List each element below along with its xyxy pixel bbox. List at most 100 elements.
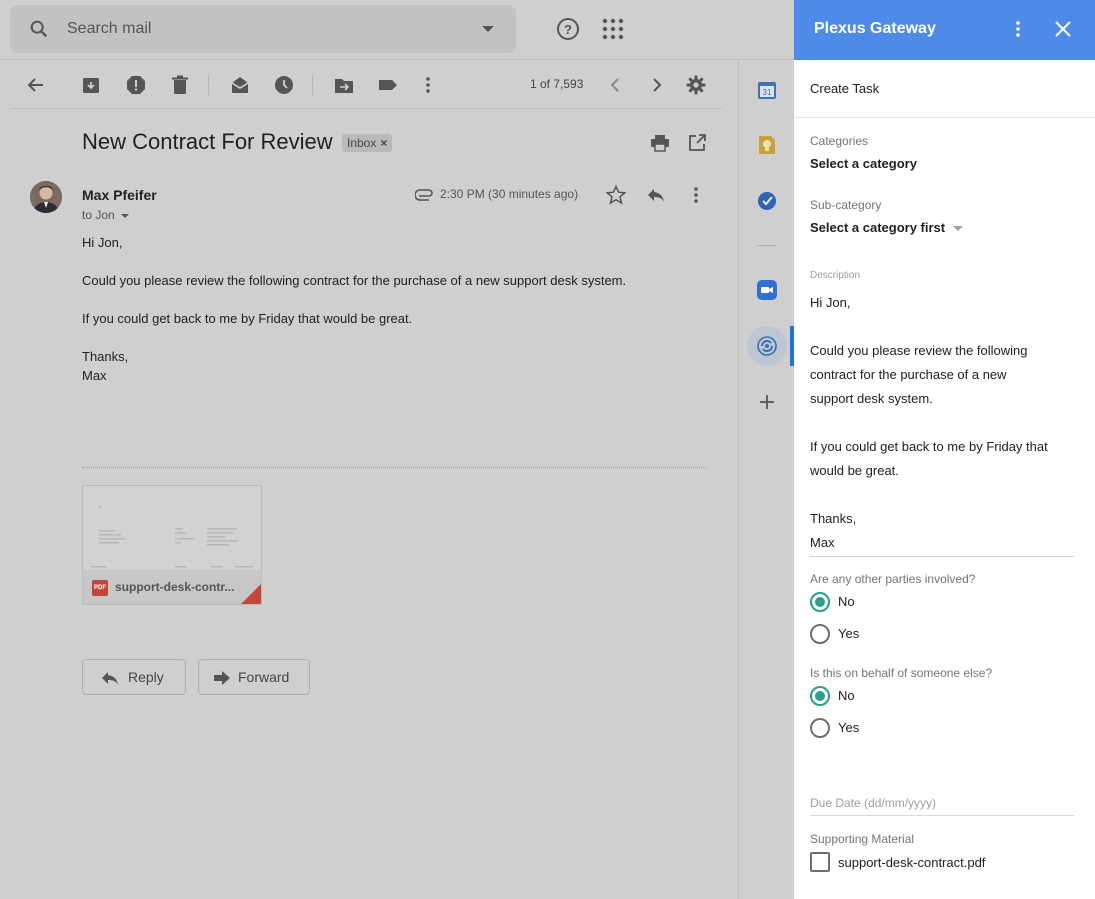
reply-button[interactable]: Reply [82,659,186,695]
search-icon[interactable] [28,18,50,40]
description-line[interactable]: Thanks, [810,507,1060,531]
description-line[interactable]: Could you please review the following [810,339,1060,363]
document-thumbnail [91,506,253,568]
label-tag-icon[interactable] [378,75,398,95]
mark-unread-icon[interactable] [230,75,250,95]
sender-name[interactable]: Max Pfeifer [82,187,157,203]
forward-button[interactable]: Forward [198,659,310,695]
report-spam-icon[interactable] [126,75,146,95]
attachment-paperclip-icon [415,189,433,201]
description-line[interactable]: Hi Jon, [810,291,1060,315]
attachment-corner-fold [241,584,261,604]
subcategory-label: Sub-category [810,198,882,212]
reply-arrow-icon[interactable] [646,185,666,205]
remove-label-icon[interactable]: × [380,136,387,150]
radio-unselected[interactable] [810,718,830,738]
avatar-photo [30,181,62,213]
forward-button-label: Forward [238,669,290,685]
attachment-name-bar: PDF support-desk-contr... [83,570,261,604]
description-line[interactable]: contract for the purchase of a new [810,363,1060,387]
radio-label: Yes [838,626,860,641]
subcategory-value: Select a category first [810,220,946,235]
search-input[interactable]: Search mail [67,20,151,38]
plexus-gateway-panel: Plexus Gateway Create Task Categories Se… [794,0,1095,899]
message-more-icon[interactable] [686,185,706,205]
search-bar[interactable]: Search mail [10,5,516,53]
pagination-count: 1 of 7,593 [530,77,584,91]
svg-text:?: ? [564,22,572,37]
panel-header: Plexus Gateway [794,0,1095,60]
radio-selected[interactable] [810,686,830,706]
supporting-file-name[interactable]: support-desk-contract.pdf [838,855,985,870]
tasks-check-icon[interactable] [757,191,777,211]
recipient-details-caret-icon[interactable] [120,213,129,218]
radio-selected[interactable] [810,592,830,612]
zoom-video-icon[interactable] [757,280,777,300]
recipient-line[interactable]: to Jon [82,208,129,222]
toolbar-divider [10,108,722,109]
panel-title: Plexus Gateway [814,20,936,37]
apps-grid-icon[interactable] [600,16,626,42]
svg-text:31: 31 [763,88,772,97]
radio-label: No [838,594,855,609]
calendar-icon[interactable]: 31 [757,80,777,100]
plexus-logo-icon[interactable] [757,336,777,356]
recipient-text: to Jon [82,208,115,222]
keep-bulb-icon[interactable] [757,135,777,155]
email-subject: New Contract For Review [82,129,333,154]
open-new-window-icon[interactable] [687,133,707,153]
create-task-heading: Create Task [810,81,880,96]
back-arrow-icon[interactable] [26,75,46,95]
toolbar-separator [312,75,313,95]
toolbar-separator [208,75,209,95]
sender-avatar[interactable] [30,181,62,213]
chevron-left-icon[interactable] [606,75,626,95]
email-timestamp: 2:30 PM (30 minutes ago) [440,187,579,201]
behalf-question: Is this on behalf of someone else? [810,666,993,680]
attachment-card[interactable]: PDF support-desk-contr... [82,485,262,605]
due-date-input[interactable]: Due Date (dd/mm/yyyy) [810,796,936,810]
categories-label: Categories [810,134,869,148]
description-line[interactable]: would be great. [810,459,1060,483]
email-body-paragraph: If you could get back to me by Friday th… [82,311,413,326]
reply-button-label: Reply [128,669,164,685]
description-line[interactable]: Max [810,531,1060,555]
attachment-divider [82,467,706,468]
description-label: Description [810,270,861,281]
inbox-label-text: Inbox [347,136,377,150]
panel-close-icon[interactable] [1053,19,1073,39]
radio-label: Yes [838,720,860,735]
supporting-material-label: Supporting Material [810,832,915,846]
categories-dropdown[interactable]: Select a category [810,156,917,171]
star-icon[interactable] [606,185,626,205]
chevron-right-icon[interactable] [646,75,666,95]
attachment-preview [83,486,261,570]
print-icon[interactable] [650,133,670,153]
add-addon-plus-icon[interactable] [757,392,777,412]
supporting-file-checkbox[interactable] [810,852,830,872]
radio-label: No [838,688,855,703]
description-underline [810,556,1074,557]
top-bar: Search mail ? [0,0,794,60]
pdf-file-icon: PDF [92,580,108,596]
radio-unselected[interactable] [810,624,830,644]
forward-icon [214,671,230,685]
dropdown-caret-icon [953,226,964,232]
description-line[interactable]: support desk system. [810,387,1060,411]
inbox-label-chip[interactable]: Inbox × [342,134,393,152]
settings-gear-icon[interactable] [686,75,706,95]
reply-icon [102,672,118,685]
search-options-icon[interactable] [482,26,494,32]
archive-icon[interactable] [81,75,101,95]
more-vert-icon[interactable] [418,75,438,95]
email-body-greeting: Hi Jon, [82,235,123,250]
subcategory-dropdown[interactable]: Select a category first [810,220,964,235]
snooze-clock-icon[interactable] [274,75,294,95]
description-line[interactable]: If you could get back to me by Friday th… [810,435,1060,459]
panel-more-icon[interactable] [1010,19,1026,39]
help-icon[interactable]: ? [555,16,581,42]
move-to-icon[interactable] [334,75,354,95]
attachment-filename: support-desk-contr... [115,580,235,594]
delete-icon[interactable] [170,75,190,95]
email-body-signoff: Thanks, [82,349,129,364]
